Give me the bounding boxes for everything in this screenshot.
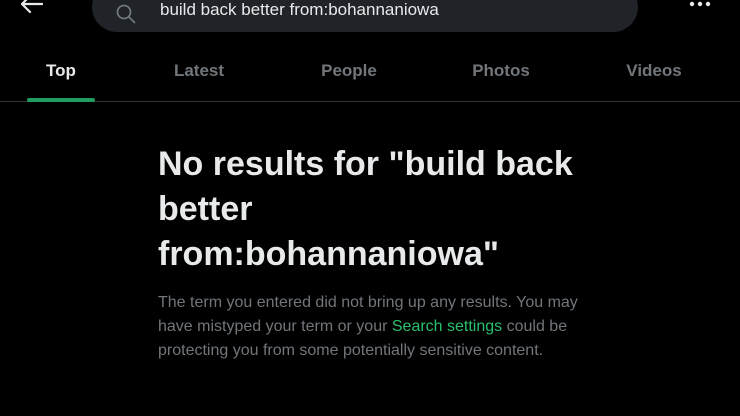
empty-state-title: No results for "build back better from:b… [158,145,573,273]
search-box[interactable] [92,0,638,32]
top-bar [0,0,740,40]
search-tabs: Top Latest People Photos Videos [0,40,740,102]
tab-latest[interactable]: Latest [150,40,248,101]
tab-top[interactable]: Top [22,40,100,101]
tab-videos[interactable]: Videos [604,40,704,101]
more-dots-icon [689,1,711,7]
empty-state-message: The term you entered did not bring up an… [158,291,578,363]
search-icon [116,4,136,24]
empty-state: No results for "build back better from:b… [158,142,578,363]
back-button[interactable] [18,0,46,16]
search-settings-link[interactable]: Search settings [392,318,502,335]
tab-people[interactable]: People [300,40,398,101]
more-button[interactable] [686,0,714,14]
arrow-left-icon [21,0,43,13]
tab-photos[interactable]: Photos [452,40,550,101]
search-input[interactable] [160,0,600,24]
active-tab-indicator [27,98,95,102]
